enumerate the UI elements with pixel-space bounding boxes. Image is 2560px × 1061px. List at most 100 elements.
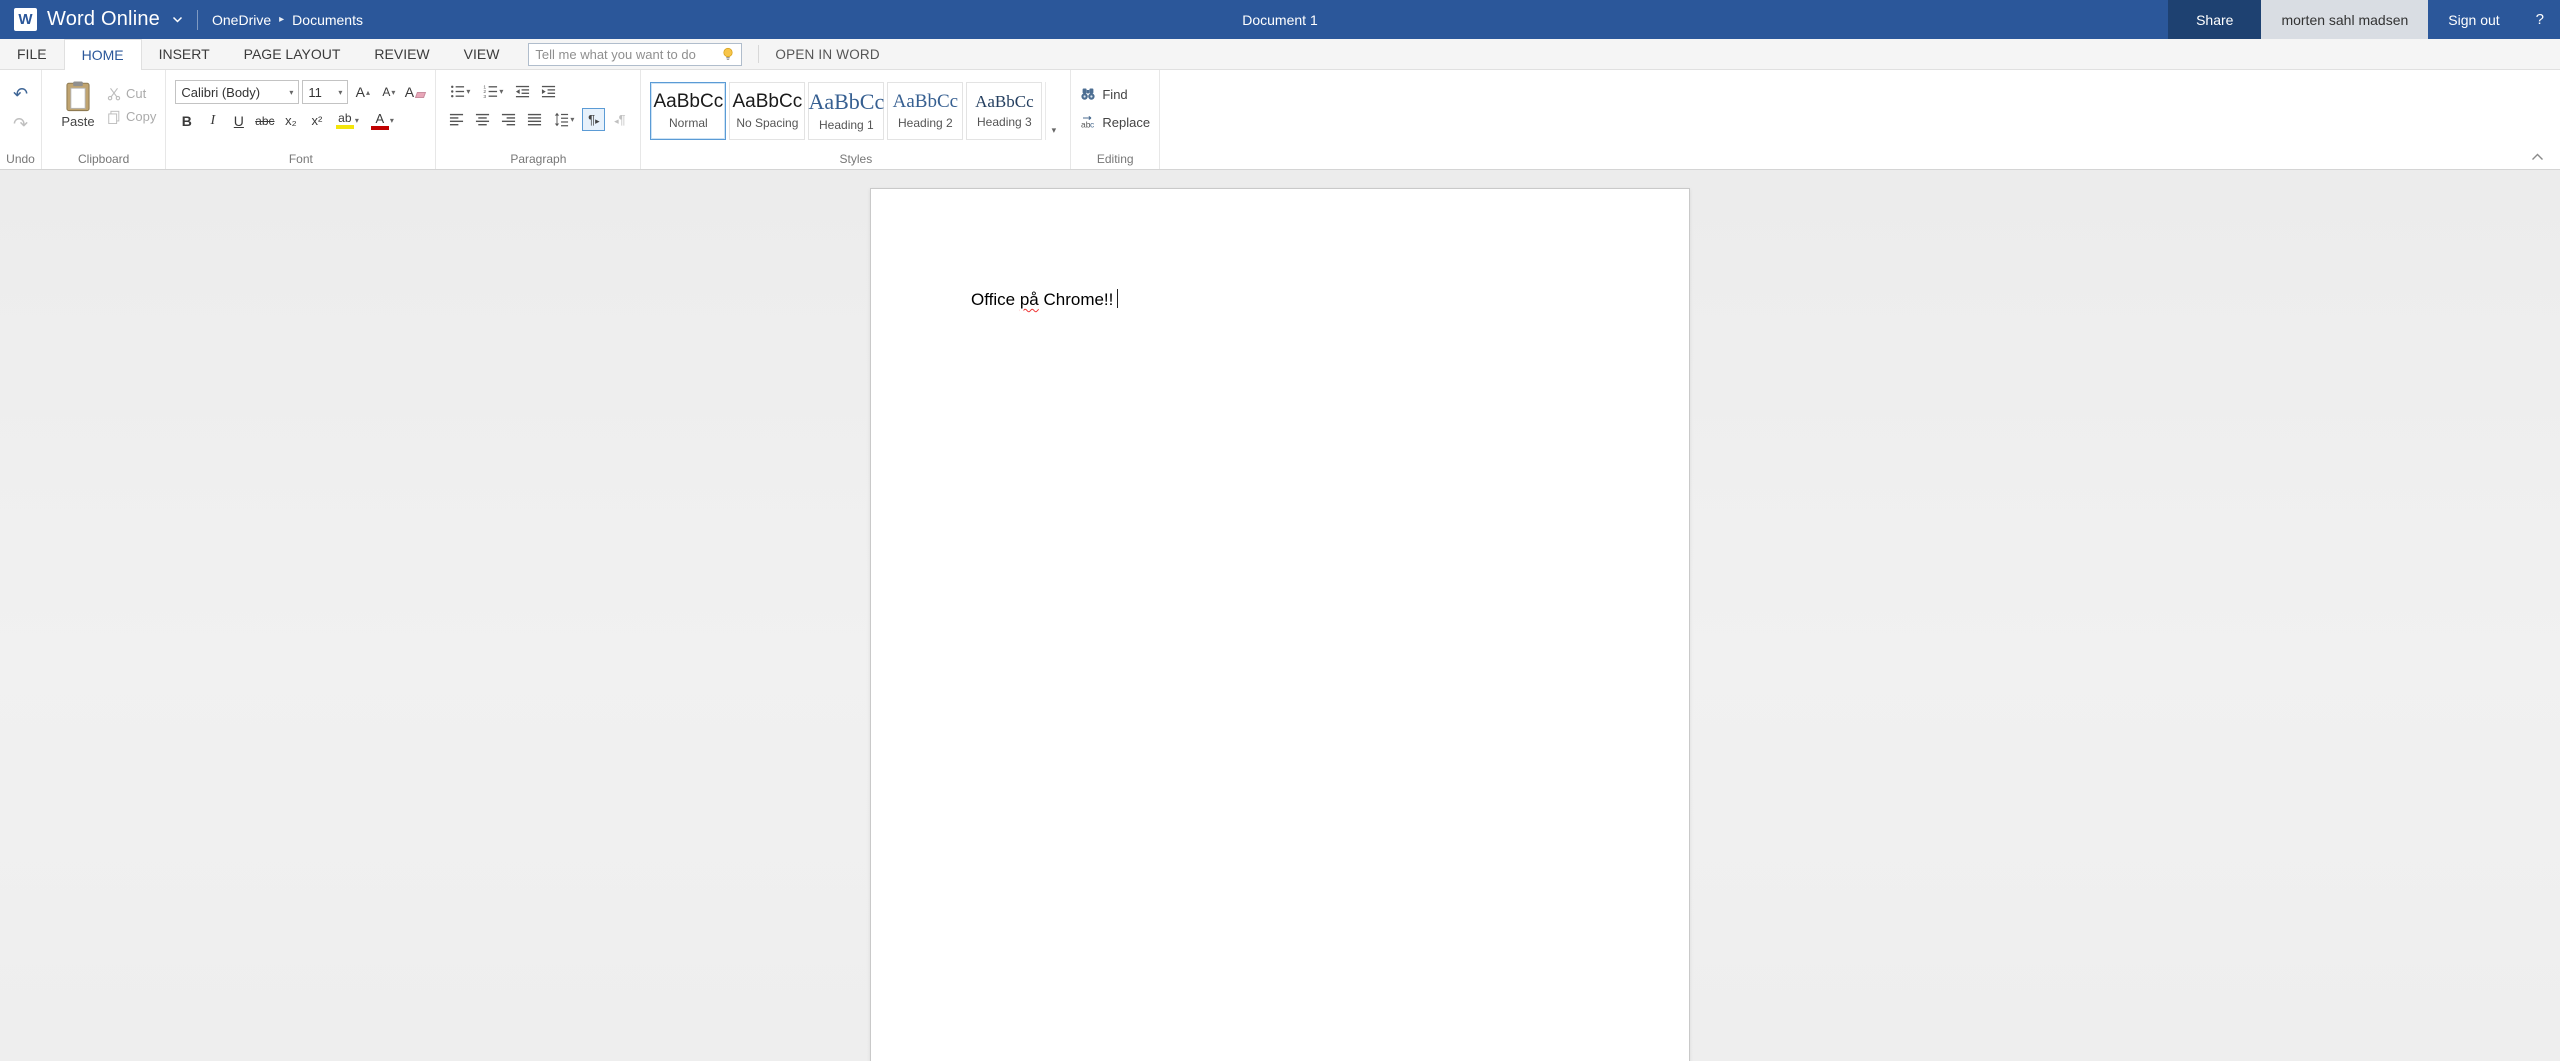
document-page[interactable]: Office på Chrome!! xyxy=(870,188,1690,1061)
grow-font-button[interactable]: A ▴ xyxy=(351,81,374,104)
svg-text:c: c xyxy=(1090,120,1095,130)
tab-file[interactable]: FILE xyxy=(0,39,64,69)
titlebar-left: W Word Online OneDrive ▸ Documents xyxy=(0,0,363,39)
subscript-button[interactable]: x₂ xyxy=(279,109,302,132)
breadcrumb-separator-icon: ▸ xyxy=(279,14,285,25)
italic-button[interactable]: I xyxy=(201,109,224,132)
justify-button[interactable] xyxy=(523,108,546,131)
style-name: No Spacing xyxy=(736,116,799,130)
chevron-down-icon: ▾ xyxy=(389,116,394,125)
numbered-list-icon: 1 2 3 xyxy=(484,84,498,99)
style-card-heading-2[interactable]: AaBbCc Heading 2 xyxy=(887,82,964,140)
style-card-heading-3[interactable]: AaBbCc Heading 3 xyxy=(966,82,1043,140)
undo-button[interactable]: ↶ xyxy=(9,82,32,105)
increase-indent-button[interactable] xyxy=(537,80,560,103)
group-label-styles: Styles xyxy=(839,152,873,166)
chevron-up-icon xyxy=(2532,153,2543,160)
text-cursor xyxy=(1117,289,1119,308)
tab-view[interactable]: VIEW xyxy=(447,39,517,69)
binoculars-icon xyxy=(1081,88,1095,100)
more-styles-button[interactable]: ▾ xyxy=(1045,82,1061,140)
underline-button[interactable]: U xyxy=(227,109,250,132)
help-button[interactable]: ? xyxy=(2520,0,2560,39)
paste-label: Paste xyxy=(61,114,95,129)
bullet-list-icon xyxy=(451,85,465,98)
clear-formatting-button[interactable]: A xyxy=(403,81,427,104)
rtl-direction-icon: ◂¶ xyxy=(614,112,626,127)
chevron-down-icon: ▾ xyxy=(1051,125,1057,135)
group-editing: Find ab c Replace Editing xyxy=(1071,70,1161,169)
increase-indent-icon xyxy=(542,85,556,98)
triangle-down-icon: ▾ xyxy=(391,87,396,97)
titlebar-divider xyxy=(197,9,198,30)
app-menu-button[interactable] xyxy=(172,16,183,24)
chevron-down-icon: ▾ xyxy=(466,87,471,96)
align-right-button[interactable] xyxy=(497,108,520,131)
word-logo-icon[interactable]: W xyxy=(14,8,37,31)
eraser-icon xyxy=(414,92,427,98)
decrease-indent-button[interactable] xyxy=(511,80,534,103)
doc-text-before: Office xyxy=(971,290,1020,309)
breadcrumb-documents[interactable]: Documents xyxy=(292,12,363,28)
tab-insert[interactable]: INSERT xyxy=(142,39,227,69)
lightbulb-icon xyxy=(723,47,734,60)
word-online-app: W Word Online OneDrive ▸ Documents Docum… xyxy=(0,0,2560,1061)
superscript-button[interactable]: x² xyxy=(305,109,328,132)
style-preview: AaBbCc xyxy=(732,91,803,112)
tell-me-container xyxy=(528,39,743,69)
replace-button[interactable]: ab c Replace xyxy=(1080,112,1150,132)
tell-me-input[interactable] xyxy=(535,46,722,62)
strikethrough-button[interactable]: abc xyxy=(253,109,276,132)
font-size-value: 11 xyxy=(308,84,322,100)
collapse-ribbon-button[interactable] xyxy=(2531,153,2544,161)
line-spacing-button[interactable]: ▾ xyxy=(549,108,579,131)
chevron-down-icon: ▾ xyxy=(570,115,575,124)
app-title: Word Online xyxy=(47,8,160,30)
breadcrumb-onedrive[interactable]: OneDrive xyxy=(212,12,271,28)
align-center-button[interactable] xyxy=(471,108,494,131)
font-color-button[interactable]: A ▾ xyxy=(366,109,398,132)
open-in-word-button[interactable]: OPEN IN WORD xyxy=(759,39,895,69)
ltr-direction-icon: ¶▸ xyxy=(588,112,600,127)
style-name: Normal xyxy=(669,116,708,130)
group-label-font: Font xyxy=(288,152,313,166)
cut-button[interactable]: Cut xyxy=(107,86,156,101)
style-card-heading-1[interactable]: AaBbCc Heading 1 xyxy=(808,82,885,140)
share-button[interactable]: Share xyxy=(2168,0,2262,39)
group-styles: AaBbCc Normal AaBbCc No Spacing AaBbCc H… xyxy=(641,70,1072,169)
group-label-paragraph: Paragraph xyxy=(510,152,567,166)
font-color-icon: A xyxy=(370,112,389,130)
highlight-icon: ab xyxy=(335,112,354,129)
document-paragraph: Office på Chrome!! xyxy=(871,189,1689,312)
style-card-no-spacing[interactable]: AaBbCc No Spacing xyxy=(729,82,806,140)
find-button[interactable]: Find xyxy=(1080,84,1150,104)
align-left-button[interactable] xyxy=(445,108,468,131)
font-size-select[interactable]: 11 ▾ xyxy=(302,80,349,104)
text-direction-rtl-button[interactable]: ◂¶ xyxy=(608,108,631,131)
tab-home[interactable]: HOME xyxy=(63,39,142,70)
bullets-button[interactable]: ▾ xyxy=(445,80,475,103)
numbering-button[interactable]: 1 2 3 ▾ xyxy=(478,80,508,103)
chevron-down-icon: ▾ xyxy=(354,116,359,125)
highlight-button[interactable]: ab ▾ xyxy=(331,109,363,132)
text-direction-ltr-button[interactable]: ¶▸ xyxy=(582,108,606,131)
user-name[interactable]: morten sahl madsen xyxy=(2261,0,2429,39)
group-font: Calibri (Body) ▾ 11 ▾ A ▴ A ▾ A B I U ab… xyxy=(166,70,437,169)
tab-review[interactable]: REVIEW xyxy=(357,39,446,69)
font-family-select[interactable]: Calibri (Body) ▾ xyxy=(175,80,300,104)
decrease-indent-icon xyxy=(516,85,530,98)
group-paragraph: ▾ 1 2 3 ▾ ▾ ¶▸ ◂¶ Paragraph xyxy=(436,70,642,169)
copy-button[interactable]: Copy xyxy=(107,109,156,124)
paste-button[interactable]: Paste xyxy=(51,80,105,129)
triangle-up-icon: ▴ xyxy=(366,87,371,97)
font-color-swatch xyxy=(370,125,389,130)
tab-page-layout[interactable]: PAGE LAYOUT xyxy=(227,39,358,69)
titlebar: W Word Online OneDrive ▸ Documents Docum… xyxy=(0,0,2560,39)
sign-out-button[interactable]: Sign out xyxy=(2428,0,2519,39)
word-logo-letter: W xyxy=(18,11,33,28)
redo-button[interactable]: ↷ xyxy=(9,112,32,135)
shrink-font-button[interactable]: A ▾ xyxy=(377,81,400,104)
style-card-normal[interactable]: AaBbCc Normal xyxy=(650,82,727,140)
style-preview: AaBbCc xyxy=(975,92,1034,111)
bold-button[interactable]: B xyxy=(175,109,198,132)
